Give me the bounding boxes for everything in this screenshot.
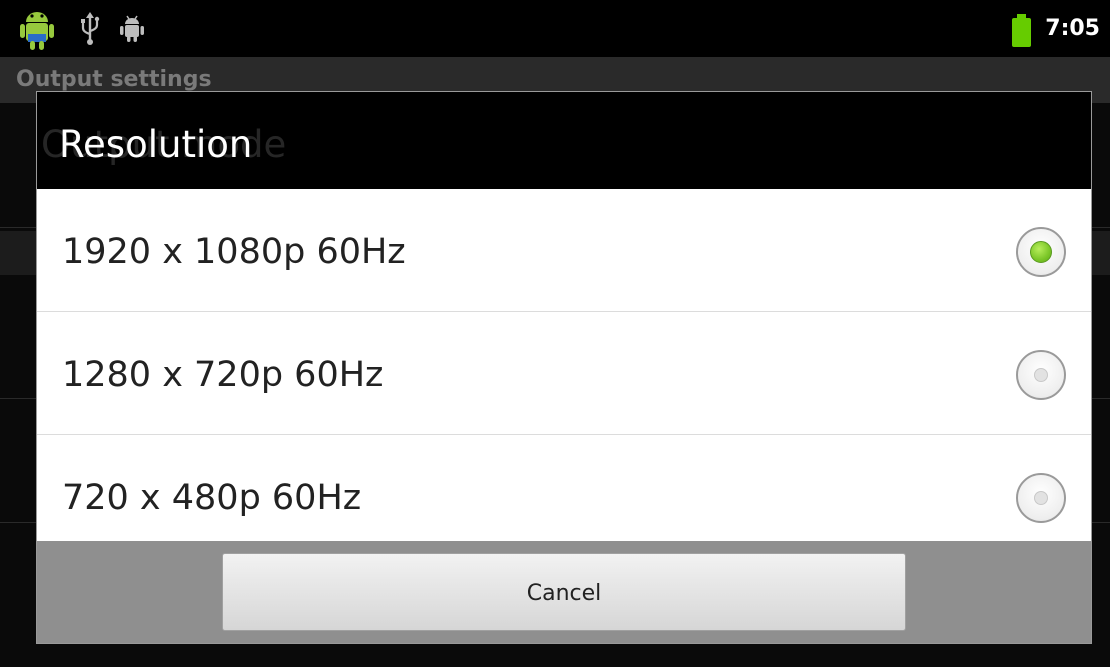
radio-unselected-icon[interactable]: [1016, 473, 1066, 523]
resolution-dialog: Resolution Output mode 1920 x 1080p 60Hz…: [36, 91, 1092, 644]
option-1280x720[interactable]: 1280 x 720p 60Hz: [37, 312, 1091, 435]
dialog-title-text: Resolution: [59, 123, 253, 166]
button-bar: Cancel: [37, 541, 1091, 643]
option-label: 720 x 480p 60Hz: [62, 478, 362, 518]
debug-icon: [120, 15, 144, 42]
option-label: 1280 x 720p 60Hz: [62, 355, 384, 395]
usb-icon: [81, 12, 100, 45]
resolution-list: 1920 x 1080p 60Hz 1280 x 720p 60Hz 720 x…: [37, 189, 1091, 541]
status-bar: 7:05: [0, 0, 1110, 57]
dialog-title: Resolution Output mode: [37, 92, 1091, 189]
option-1920x1080[interactable]: 1920 x 1080p 60Hz: [37, 189, 1091, 312]
android-icon: [20, 12, 54, 50]
option-720x480[interactable]: 720 x 480p 60Hz: [37, 435, 1091, 541]
cancel-button[interactable]: Cancel: [222, 553, 906, 631]
option-label: 1920 x 1080p 60Hz: [62, 232, 406, 272]
status-time: 7:05: [1045, 16, 1100, 41]
radio-selected-icon[interactable]: [1016, 227, 1066, 277]
radio-unselected-icon[interactable]: [1016, 350, 1066, 400]
battery-icon: [1012, 14, 1031, 47]
